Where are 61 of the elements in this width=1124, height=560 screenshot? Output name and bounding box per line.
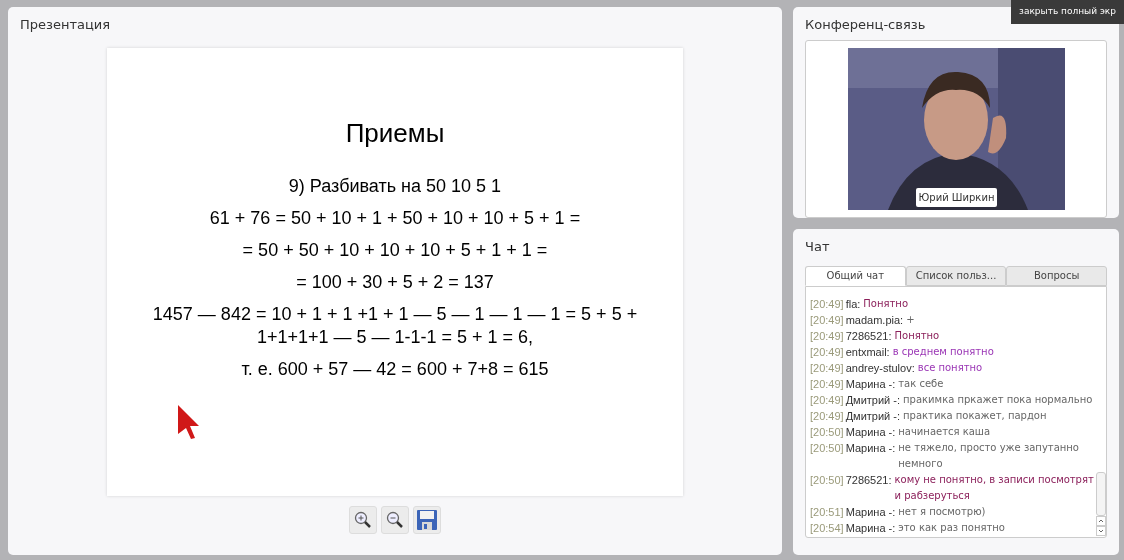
message-text: + <box>906 312 915 327</box>
message-time: [20:50] <box>810 424 844 440</box>
slide-text: = 100 + 30 + 5 + 2 = 137 <box>296 270 494 294</box>
message-author: madam.pia: <box>845 312 904 328</box>
message-time: [20:49] <box>810 376 844 392</box>
message-text: это как раз понятно <box>898 520 1005 535</box>
save-icon <box>416 508 438 531</box>
message-time: [20:49] <box>810 328 844 344</box>
message-text: Понятно <box>863 296 908 311</box>
chat-tab[interactable]: Общий чат <box>805 265 906 286</box>
message-text: так себе <box>898 376 944 391</box>
panel-title: Презентация <box>20 16 111 34</box>
message-time: [20:50] <box>810 472 844 488</box>
message-text: все понятно <box>917 360 983 375</box>
slide-text: 9) Разбивать на 50 10 5 1 <box>288 174 502 198</box>
message-time: [20:49] <box>810 312 844 328</box>
message-time: [20:49] <box>810 392 844 408</box>
tooltip: закрыть полный экр <box>1011 0 1124 24</box>
message-author: 7286521: <box>845 328 892 344</box>
message-text: кому не понятно, в записи посмотрят и рабзеруться <box>894 472 1095 503</box>
message-time: [20:54] <box>810 520 844 536</box>
scroll-down-icon[interactable] <box>1095 525 1106 536</box>
message-text: пракимка пркажет пока нормально <box>903 392 1093 407</box>
message-time: [20:51] <box>810 504 844 520</box>
panel-title: Чат <box>805 238 831 256</box>
message-text: не тяжело, просто уже запутанно немного <box>898 440 1080 471</box>
message-text: нет я посмотрю) <box>898 504 986 519</box>
message-author: fla: <box>845 296 861 312</box>
message-text: в среднем понятно <box>892 344 994 359</box>
message-time: [20:49] <box>810 360 844 376</box>
panel-title: Конференц-связь <box>805 16 927 34</box>
slide-text: т. е. 600 + 57 — 42 = 600 + 7+8 = 615 <box>241 357 549 381</box>
zoom-in-button[interactable] <box>349 505 377 534</box>
message-time: [20:49] <box>810 344 844 360</box>
scroll-thumb[interactable] <box>1095 471 1106 516</box>
message-author: 7286521: <box>845 472 892 488</box>
message-author: andrey-stulov: <box>845 360 915 376</box>
zoom-out-button[interactable] <box>381 505 409 534</box>
message-author: Дмитрий -: <box>845 392 901 408</box>
slide-heading: Приемы <box>345 116 445 150</box>
pointer-icon <box>177 403 201 440</box>
message-author: Марина -: <box>845 504 896 520</box>
message-text: Понятно <box>894 328 940 343</box>
slide-text: 61 + 76 = 50 + 10 + 1 + 50 + 10 + 10 + 5 + 1 = <box>209 206 581 230</box>
message-author: Марина -: <box>845 520 896 536</box>
message-author: entxmail: <box>845 344 890 360</box>
message-text: практика покажет, пардон <box>903 408 1047 423</box>
message-time: [20:49] <box>810 408 844 424</box>
message-time: [20:50] <box>810 440 844 456</box>
message-text: начинается каша <box>898 424 991 439</box>
message-time: [20:49] <box>810 296 844 312</box>
message-author: Дмитрий -: <box>845 408 901 424</box>
scroll-up-icon[interactable] <box>1095 515 1106 526</box>
slide-text: 1457 — 842 = 10 + 1 + 1 +1 + 1 — 5 — 1 — 1 — 1 = 5 + 5 + 1+1+1+1 — 5 — 1-1-1 = 5 + 1 = 6, <box>151 302 639 349</box>
message-author: Марина -: <box>845 376 896 392</box>
chat-tab[interactable]: Список польз... <box>905 265 1007 286</box>
message-author: Марина -: <box>845 440 896 456</box>
message-author: Марина -: <box>845 424 896 440</box>
save-button[interactable] <box>413 505 441 534</box>
chat-tab[interactable]: Вопросы <box>1006 265 1107 286</box>
slide-text: = 50 + 50 + 10 + 10 + 10 + 5 + 1 + 1 = <box>242 238 548 262</box>
